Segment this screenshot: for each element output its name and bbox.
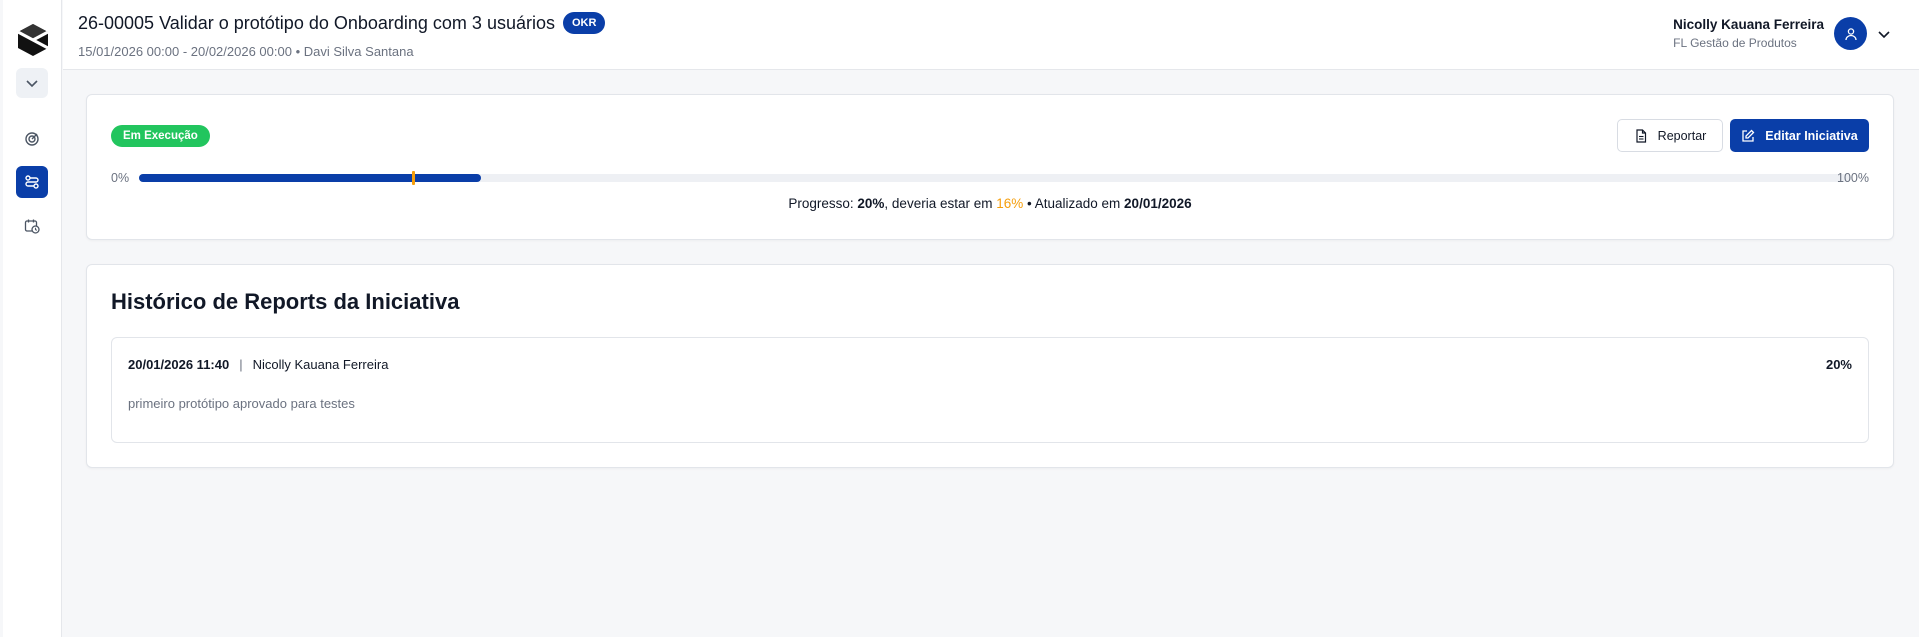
action-buttons: Reportar Editar Iniciativa (1609, 95, 1869, 175)
title-row: 26-00005 Validar o protótipo do Onboardi… (78, 12, 606, 34)
document-icon (1636, 128, 1646, 143)
initiative-subtitle: 15/01/2026 00:00 - 20/02/2026 00:00 • Da… (78, 44, 414, 59)
sidebar (3, 0, 62, 637)
report-separator: | (239, 357, 243, 372)
list-item: 20/01/2026 11:40 | Nicolly Kauana Ferreira… (111, 337, 1869, 443)
progress-card: Em Execução Reportar Editar Iniciativa 0… (86, 94, 1894, 240)
edit-initiative-button[interactable]: Editar Iniciativa (1730, 119, 1869, 152)
report-percent: 20% (1825, 357, 1852, 372)
report-meta: 20/01/2026 11:40 | Nicolly Kauana Ferreira (128, 357, 388, 372)
report-datetime: 20/01/2026 11:40 (128, 357, 230, 372)
user-name: Nicolly Kauana Ferreira (1673, 17, 1824, 32)
initiatives-icon (25, 175, 39, 189)
updated-date: 20/01/2026 (1124, 196, 1192, 211)
report-comment: primeiro protótipo aprovado para testes (128, 396, 355, 411)
history-title: Histórico de Reports da Iniciativa (111, 289, 460, 314)
avatar[interactable] (1834, 17, 1867, 50)
progress-summary: Progresso: 20%, deveria estar em 16% • A… (87, 196, 1893, 211)
target-icon (25, 132, 39, 146)
report-button[interactable]: Reportar (1617, 119, 1723, 152)
okr-badge: OKR (562, 12, 606, 34)
progress-value: 20% (857, 196, 885, 211)
expected-progress-marker (411, 171, 415, 185)
progress-middle: , deveria estar em (884, 196, 997, 211)
chevron-down-icon (26, 80, 38, 88)
edit-button-label: Editar Iniciativa (1765, 128, 1858, 143)
report-button-label: Reportar (1657, 128, 1707, 143)
sidebar-item-objectives[interactable] (16, 123, 48, 155)
user-role: FL Gestão de Produtos (1673, 36, 1797, 50)
progress-bar (139, 171, 1851, 185)
user-icon (1844, 27, 1857, 40)
status-badge: Em Execução (111, 125, 210, 147)
progress-min-label: 0% (111, 171, 130, 185)
page-header: 26-00005 Validar o protótipo do Onboardi… (63, 0, 1919, 70)
logo-icon[interactable] (15, 22, 51, 58)
calendar-clock-icon (24, 219, 40, 234)
progress-max-label: 100% (1837, 171, 1869, 185)
sidebar-item-calendar[interactable] (16, 210, 48, 242)
edit-icon (1742, 129, 1755, 142)
progress-bar-fill (139, 174, 482, 182)
user-info: Nicolly Kauana Ferreira FL Gestão de Pro… (1673, 17, 1824, 50)
chevron-down-icon[interactable] (1877, 27, 1891, 41)
expected-value: 16% (996, 196, 1024, 211)
history-card: Histórico de Reports da Iniciativa 20/01… (86, 264, 1894, 468)
page-title: 26-00005 Validar o protótipo do Onboardi… (78, 12, 555, 33)
report-author: Nicolly Kauana Ferreira (252, 357, 389, 372)
user-menu[interactable]: Nicolly Kauana Ferreira FL Gestão de Pro… (1673, 17, 1891, 50)
progress-prefix: Progresso: (788, 196, 858, 211)
sidebar-collapse-button[interactable] (16, 68, 48, 98)
progress-updated-label: • Atualizado em (1023, 196, 1125, 211)
sidebar-item-initiatives[interactable] (16, 166, 48, 198)
